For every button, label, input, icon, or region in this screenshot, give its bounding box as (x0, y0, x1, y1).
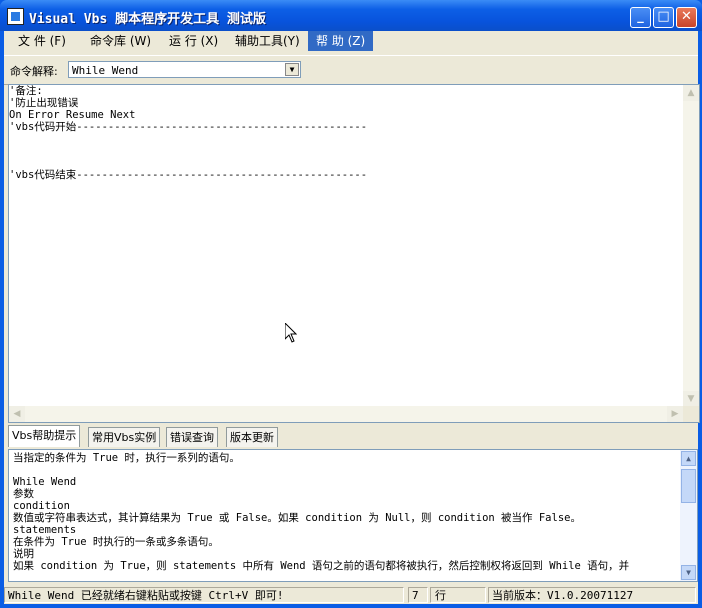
chevron-down-icon[interactable]: ▼ (285, 63, 299, 76)
command-toolbar: 命令解释: While Wend ▼ (4, 55, 698, 85)
scroll-corner (683, 406, 699, 422)
tab-vbs-examples[interactable]: 常用Vbs实例 (88, 427, 161, 447)
tab-vbs-help[interactable]: Vbs帮助提示 (8, 425, 81, 447)
help-vertical-scrollbar[interactable]: ▲ ▼ (680, 450, 697, 581)
menu-file[interactable]: 文 件 (F) (10, 31, 74, 51)
menu-help[interactable]: 帮 助 (Z) (308, 31, 374, 51)
editor-vertical-scrollbar[interactable]: ▲ ▼ (683, 85, 699, 407)
status-bar: While Wend 已经就绪右键粘贴或按键 Ctrl+V 即可! 7 行 当前… (4, 586, 698, 604)
menu-run[interactable]: 运 行 (X) (161, 31, 226, 51)
code-text[interactable]: '备注: '防止出现错误 On Error Resume Next 'vbs代码… (9, 85, 367, 181)
command-select[interactable]: While Wend ▼ (68, 61, 301, 78)
command-label: 命令解释: (10, 65, 58, 78)
menu-tools[interactable]: 辅助工具(Y) (227, 31, 308, 51)
help-panel[interactable]: 当指定的条件为 True 时，执行一系列的语句。 While Wend 参数 c… (8, 449, 698, 582)
window-title: Visual Vbs 脚本程序开发工具 测试版 (29, 12, 266, 27)
scroll-thumb[interactable] (681, 469, 696, 503)
client-area: 文 件 (F) 命令库 (W) 运 行 (X) 辅助工具(Y) 帮 助 (Z) … (4, 31, 700, 604)
close-button[interactable]: ✕ (676, 7, 697, 28)
status-line-number: 7 (408, 587, 428, 603)
scroll-down-icon[interactable]: ▼ (681, 565, 696, 580)
maximize-button[interactable]: □ (653, 7, 674, 28)
status-line-label: 行 (430, 587, 486, 603)
app-window: Visual Vbs 脚本程序开发工具 测试版 _ □ ✕ 文 件 (F) 命令… (0, 0, 702, 608)
code-editor[interactable]: '备注: '防止出现错误 On Error Resume Next 'vbs代码… (8, 84, 700, 423)
scroll-up-icon[interactable]: ▲ (683, 85, 699, 101)
status-message: While Wend 已经就绪右键粘贴或按键 Ctrl+V 即可! (4, 587, 404, 603)
tab-version-updates[interactable]: 版本更新 (226, 427, 278, 447)
help-text: 当指定的条件为 True 时，执行一系列的语句。 While Wend 参数 c… (13, 452, 630, 572)
title-bar[interactable]: Visual Vbs 脚本程序开发工具 测试版 _ □ ✕ (0, 0, 702, 31)
scroll-left-icon[interactable]: ◀ (9, 406, 25, 422)
editor-horizontal-scrollbar[interactable]: ◀ ▶ (9, 406, 683, 422)
scroll-up-icon[interactable]: ▲ (681, 451, 696, 466)
menu-bar: 文 件 (F) 命令库 (W) 运 行 (X) 辅助工具(Y) 帮 助 (Z) (4, 31, 698, 51)
tab-error-lookup[interactable]: 错误查询 (166, 427, 218, 447)
status-version: 当前版本：V1.0.20071127 (488, 587, 696, 603)
scroll-right-icon[interactable]: ▶ (667, 406, 683, 422)
minimize-button[interactable]: _ (630, 7, 651, 28)
app-icon[interactable] (7, 8, 24, 25)
scroll-down-icon[interactable]: ▼ (683, 391, 699, 407)
menu-command-library[interactable]: 命令库 (W) (82, 31, 159, 51)
command-select-value: While Wend (72, 64, 139, 77)
